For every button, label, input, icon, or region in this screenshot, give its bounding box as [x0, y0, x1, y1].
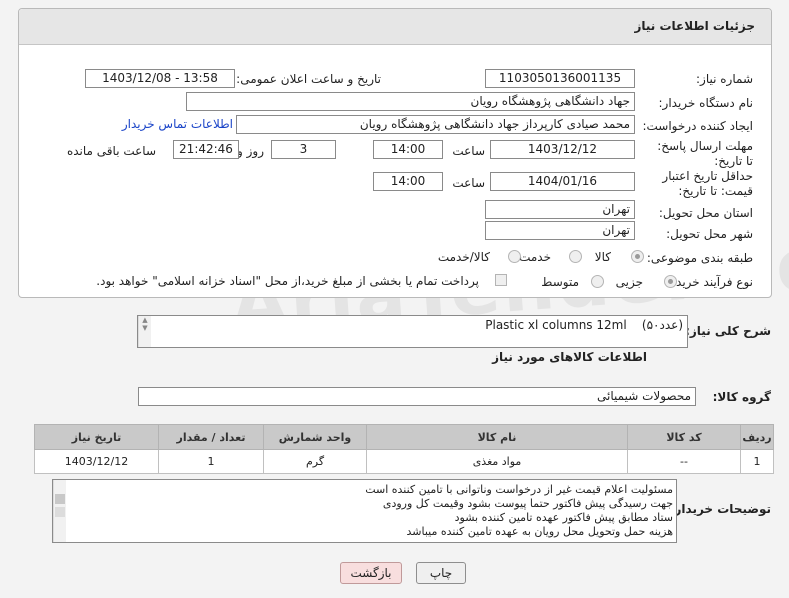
goods-group-field: محصولات شیمیائی [138, 387, 696, 406]
days-field: 3 [271, 140, 336, 159]
buyer-notes-label: توضیحات خریدار: [669, 502, 771, 516]
col-name-header: نام کالا [366, 424, 628, 450]
category-both-label: کالا/خدمت [437, 250, 490, 264]
city-label: شهر محل تحویل: [666, 227, 753, 241]
validity-date-field: 1404/01/16 [490, 172, 635, 191]
category-goods-label: کالا [594, 250, 611, 264]
process-minor-radio[interactable] [664, 275, 677, 288]
creator-label: ایجاد کننده درخواست: [642, 119, 753, 133]
buyer-notes-line: هزینه حمل وتحویل محل رویان به عهده تامین… [406, 525, 673, 538]
province-field: تهران [485, 200, 635, 219]
cell-name: مواد مغذی [366, 449, 628, 474]
print-button[interactable]: چاپ [416, 562, 466, 584]
province-label: استان محل تحویل: [658, 206, 753, 220]
remaining-label: ساعت باقی مانده [66, 144, 156, 158]
table-row: 1 -- مواد مغذی گرم 1 1403/12/12 [34, 449, 774, 474]
category-goods-radio[interactable] [631, 250, 644, 263]
goods-table-header: ردیف کد کالا نام کالا واحد شمارش تعداد /… [34, 424, 774, 450]
creator-field: محمد صیادی کارپرداز جهاد دانشگاهی پژوهشگ… [236, 115, 635, 134]
buyer-org-label: نام دستگاه خریدار: [658, 96, 754, 110]
process-label: نوع فرآیند خرید : [668, 275, 753, 289]
cell-code: -- [627, 449, 741, 474]
need-number-field: 1103050136001135 [485, 69, 635, 88]
cell-date: 1403/12/12 [34, 449, 159, 474]
category-both-radio[interactable] [508, 250, 521, 263]
panel-header: جزئیات اطلاعات نیاز [19, 9, 771, 45]
need-number-label: شماره نیاز: [696, 72, 753, 86]
cell-row: 1 [740, 449, 774, 474]
description-label: شرح کلی نیاز: [685, 324, 771, 338]
deadline-time-label: ساعت [452, 144, 485, 158]
process-medium-label: متوسط [541, 275, 579, 289]
validity-time-field: 14:00 [373, 172, 443, 191]
validity-label: حداقل تاریخ اعتبار قیمت: تا تاریخ: [662, 169, 753, 198]
need-details-panel: جزئیات اطلاعات نیاز شماره نیاز: 11030501… [18, 8, 772, 298]
announce-field: 1403/12/08 - 13:58 [85, 69, 235, 88]
col-qty-header: تعداد / مقدار [158, 424, 264, 450]
buyer-notes-line: مسئولیت اعلام قیمت غیر از درخواست وناتوا… [365, 483, 673, 496]
category-service-radio[interactable] [569, 250, 582, 263]
deadline-date-field: 1403/12/12 [490, 140, 635, 159]
cell-unit: گرم [263, 449, 367, 474]
remaining-time-field: 21:42:46 [173, 140, 239, 159]
col-date-header: تاریخ نیاز [34, 424, 159, 450]
description-scrollbar[interactable]: ▲ ▼ [138, 316, 151, 347]
buyer-notes-scrollbar[interactable] [53, 480, 66, 542]
deadline-time-field: 14:00 [373, 140, 443, 159]
city-field: تهران [485, 221, 635, 240]
buyer-notes-textarea[interactable]: مسئولیت اعلام قیمت غیر از درخواست وناتوا… [52, 479, 677, 543]
description-textarea[interactable]: Plastic xl columns 12ml (۵۰عدد) ▲ ▼ [137, 315, 688, 348]
buyer-org-field: جهاد دانشگاهی پژوهشگاه رویان [186, 92, 635, 111]
goods-group-label: گروه کالا: [712, 390, 771, 404]
days-label: روز و [237, 144, 264, 158]
announce-label: تاریخ و ساعت اعلان عمومی: [236, 72, 381, 86]
treasury-payment-note: پرداخت تمام یا بخشی از مبلغ خرید،از محل … [96, 274, 479, 288]
validity-time-label: ساعت [452, 176, 485, 190]
category-label: طبقه بندی موضوعی: [646, 251, 753, 265]
treasury-payment-checkbox[interactable] [495, 274, 507, 286]
col-unit-header: واحد شمارش [263, 424, 367, 450]
col-row-header: ردیف [740, 424, 774, 450]
cell-qty: 1 [158, 449, 264, 474]
back-button[interactable]: بازگشت [340, 562, 402, 584]
goods-table: ردیف کد کالا نام کالا واحد شمارش تعداد /… [34, 424, 774, 474]
panel-title: جزئیات اطلاعات نیاز [634, 19, 755, 33]
col-code-header: کد کالا [627, 424, 741, 450]
contact-info-link[interactable]: اطلاعات تماس خریدار [122, 117, 233, 131]
goods-section-title: اطلاعات کالاهای مورد نیاز [492, 350, 647, 364]
process-minor-label: جزیی [615, 275, 643, 289]
process-medium-radio[interactable] [591, 275, 604, 288]
description-text: Plastic xl columns 12ml (۵۰عدد) [485, 318, 683, 332]
deadline-label: مهلت ارسال پاسخ: تا تاریخ: [657, 139, 753, 168]
buyer-notes-text: مسئولیت اعلام قیمت غیر از درخواست وناتوا… [365, 483, 673, 539]
buyer-notes-line: ستاد مطابق پیش فاکتور عهده تامین کننده ب… [454, 511, 673, 524]
buyer-notes-line: جهت رسیدگی پیش فاکتور حتما پیوست بشود وق… [382, 497, 673, 510]
category-service-label: خدمت [519, 250, 551, 264]
